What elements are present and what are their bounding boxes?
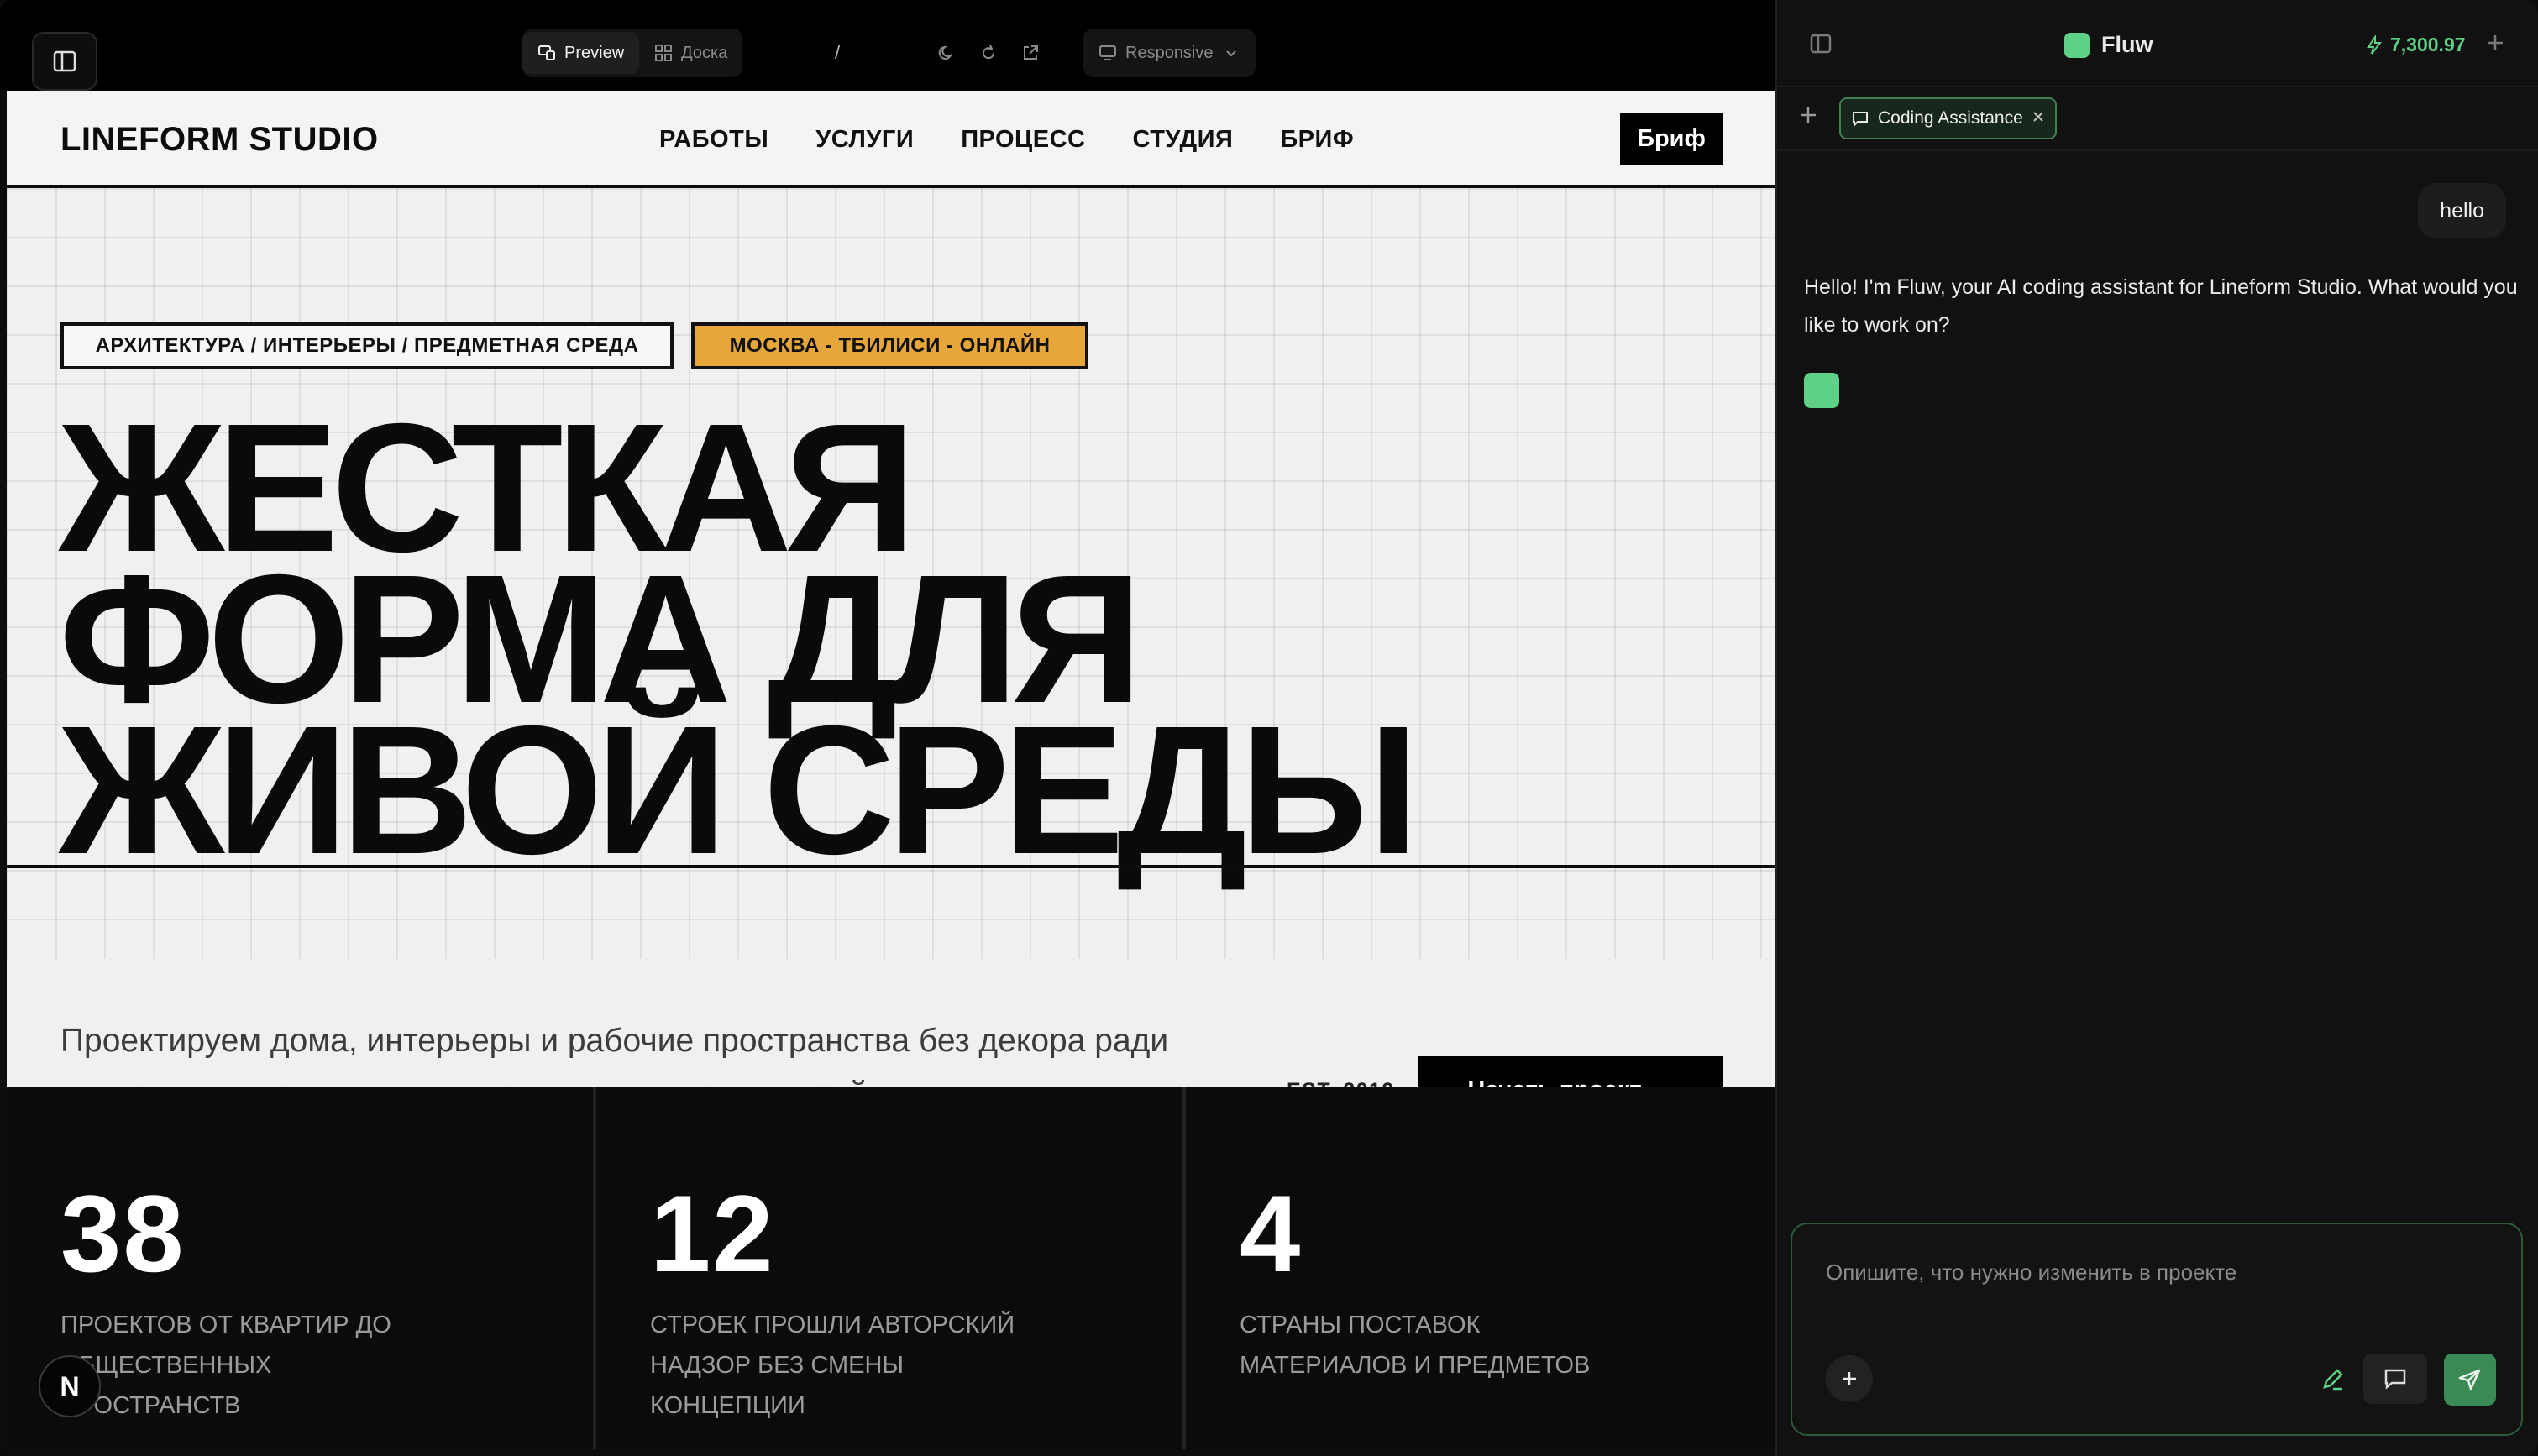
tab-label: Coding Assistance: [1878, 108, 2023, 128]
credits-balance[interactable]: 7,300.97: [2365, 34, 2466, 56]
user-message: hello: [2418, 183, 2506, 238]
stats-section: 38 ПРОЕКТОВ ОТ КВАРТИР ДО ОБЩЕСТВЕННЫХ П…: [7, 1087, 1775, 1449]
nav-item-studio[interactable]: СТУДИЯ: [1132, 126, 1233, 154]
preview-tab[interactable]: Preview: [522, 32, 640, 74]
nav-item-brief[interactable]: БРИФ: [1280, 126, 1354, 154]
headline-line-3: ЖИВОЙ СРЕДЫ: [59, 689, 1419, 893]
chat-tabs: Coding Assistance: [1777, 87, 2538, 151]
sidebar-toggle-icon: [1810, 34, 1832, 54]
chat-bubble-icon: [2384, 1369, 2406, 1390]
preview-icon: [537, 44, 556, 62]
workspace-toolbar: Preview Доска / Responsive: [0, 0, 1775, 91]
hero-section: АРХИТЕКТУРА / ИНТЕРЬЕРЫ / ПРЕДМЕТНАЯ СРЕ…: [7, 188, 1775, 959]
hero-divider: [7, 865, 1775, 868]
app-window: Preview Доска / Responsive LINEFORM STUD…: [0, 0, 2538, 1456]
credits-value: 7,300.97: [2390, 34, 2466, 55]
panel-header: Fluw 7,300.97: [1777, 0, 2538, 87]
stat-label: СТРОЕК ПРОШЛИ АВТОРСКИЙ НАДЗОР БЕЗ СМЕНЫ…: [650, 1312, 1015, 1419]
close-tab-button[interactable]: [2032, 109, 2045, 128]
moon-icon: [937, 44, 956, 62]
stat-value: 38: [60, 1172, 186, 1295]
stat-label: ПРОЕКТОВ ОТ КВАРТИР ДО ОБЩЕСТВЕННЫХ ПРОС…: [60, 1312, 391, 1419]
grid-icon: [654, 44, 673, 62]
chat-bubble-icon: [1853, 112, 1868, 128]
view-mode-switch: Preview Доска: [522, 29, 743, 77]
site-logo[interactable]: LINEFORM STUDIO: [60, 121, 379, 159]
chat-mode-button[interactable]: [2363, 1354, 2427, 1404]
framework-badge[interactable]: N: [39, 1355, 101, 1417]
preview-label: Preview: [564, 43, 625, 62]
route-path[interactable]: /: [835, 42, 840, 64]
device-select[interactable]: Responsive: [1083, 29, 1256, 77]
site-preview: LINEFORM STUDIO РАБОТЫ УСЛУГИ ПРОЦЕСС СТ…: [7, 91, 1775, 1449]
send-button[interactable]: [2444, 1354, 2496, 1406]
site-nav: РАБОТЫ УСЛУГИ ПРОЦЕСС СТУДИЯ БРИФ: [659, 126, 1354, 154]
theme-toggle-button[interactable]: [926, 32, 967, 74]
locations-tag: МОСКВА - ТБИЛИСИ - ОНЛАЙН: [691, 322, 1088, 369]
plus-icon: [2488, 35, 2503, 50]
assistant-message: Hello! I'm Fluw, your AI coding assistan…: [1804, 275, 2518, 337]
refresh-icon: [979, 44, 998, 62]
close-icon: [2033, 111, 2043, 122]
new-panel-button[interactable]: [2484, 32, 2506, 60]
device-label: Responsive: [1125, 43, 1214, 62]
monitor-icon: [1099, 44, 1117, 62]
sidebar-toggle-icon: [53, 50, 76, 72]
plus-icon: [1843, 1372, 1856, 1385]
pen-icon: [2323, 1369, 2343, 1391]
message-composer: [1791, 1223, 2523, 1436]
bolt-icon: [2367, 34, 2383, 55]
disciplines-tag: АРХИТЕКТУРА / ИНТЕРЬЕРЫ / ПРЕДМЕТНАЯ СРЕ…: [60, 322, 674, 369]
app-name: Fluw: [2101, 32, 2153, 57]
assistant-status-indicator: [1804, 373, 1839, 408]
preview-actions: [926, 29, 1051, 77]
edit-mode-button[interactable]: [2313, 1359, 2353, 1399]
board-tab[interactable]: Доска: [639, 32, 742, 74]
tab-coding-assistance[interactable]: Coding Assistance: [1839, 97, 2057, 139]
new-chat-button[interactable]: [1797, 102, 1819, 131]
panel-sidebar-button[interactable]: [1809, 32, 1834, 57]
app-logo-icon: [2064, 32, 2090, 58]
nav-item-works[interactable]: РАБОТЫ: [659, 126, 768, 154]
stat-value: 12: [650, 1172, 775, 1295]
plus-icon: [1801, 107, 1816, 123]
panel-title: Fluw: [2064, 32, 2153, 58]
site-header: LINEFORM STUDIO РАБОТЫ УСЛУГИ ПРОЦЕСС СТ…: [7, 91, 1775, 188]
chevron-down-icon: [1222, 44, 1240, 62]
framework-badge-letter: N: [60, 1370, 80, 1401]
nav-item-process[interactable]: ПРОЦЕСС: [961, 126, 1085, 154]
brief-button[interactable]: Бриф: [1620, 113, 1723, 165]
send-icon: [2458, 1369, 2481, 1391]
board-label: Доска: [681, 43, 728, 62]
device-select-value: Responsive: [1083, 32, 1256, 74]
stat-label: СТРАНЫ ПОСТАВОК МАТЕРИАЛОВ И ПРЕДМЕТОВ: [1240, 1312, 1591, 1379]
attach-button[interactable]: [1826, 1355, 1873, 1402]
assistant-panel: Fluw 7,300.97 Coding Assistance hello He…: [1775, 0, 2538, 1456]
nav-item-services[interactable]: УСЛУГИ: [815, 126, 914, 154]
stat-supervision: 12 СТРОЕК ПРОШЛИ АВТОРСКИЙ НАДЗОР БЕЗ СМ…: [596, 1087, 1186, 1449]
message-input[interactable]: [1826, 1260, 2481, 1286]
sidebar-toggle-button[interactable]: [32, 32, 97, 91]
stat-countries: 4 СТРАНЫ ПОСТАВОК МАТЕРИАЛОВ И ПРЕДМЕТОВ: [1186, 1087, 1775, 1449]
external-link-icon: [1021, 44, 1040, 62]
open-external-button[interactable]: [1009, 32, 1051, 74]
hero-headline: ЖЕСТКАЯ ФОРМА ДЛЯ ЖИВОЙ СРЕДЫ: [59, 397, 1419, 893]
stat-value: 4: [1240, 1172, 1303, 1295]
reload-button[interactable]: [967, 32, 1009, 74]
